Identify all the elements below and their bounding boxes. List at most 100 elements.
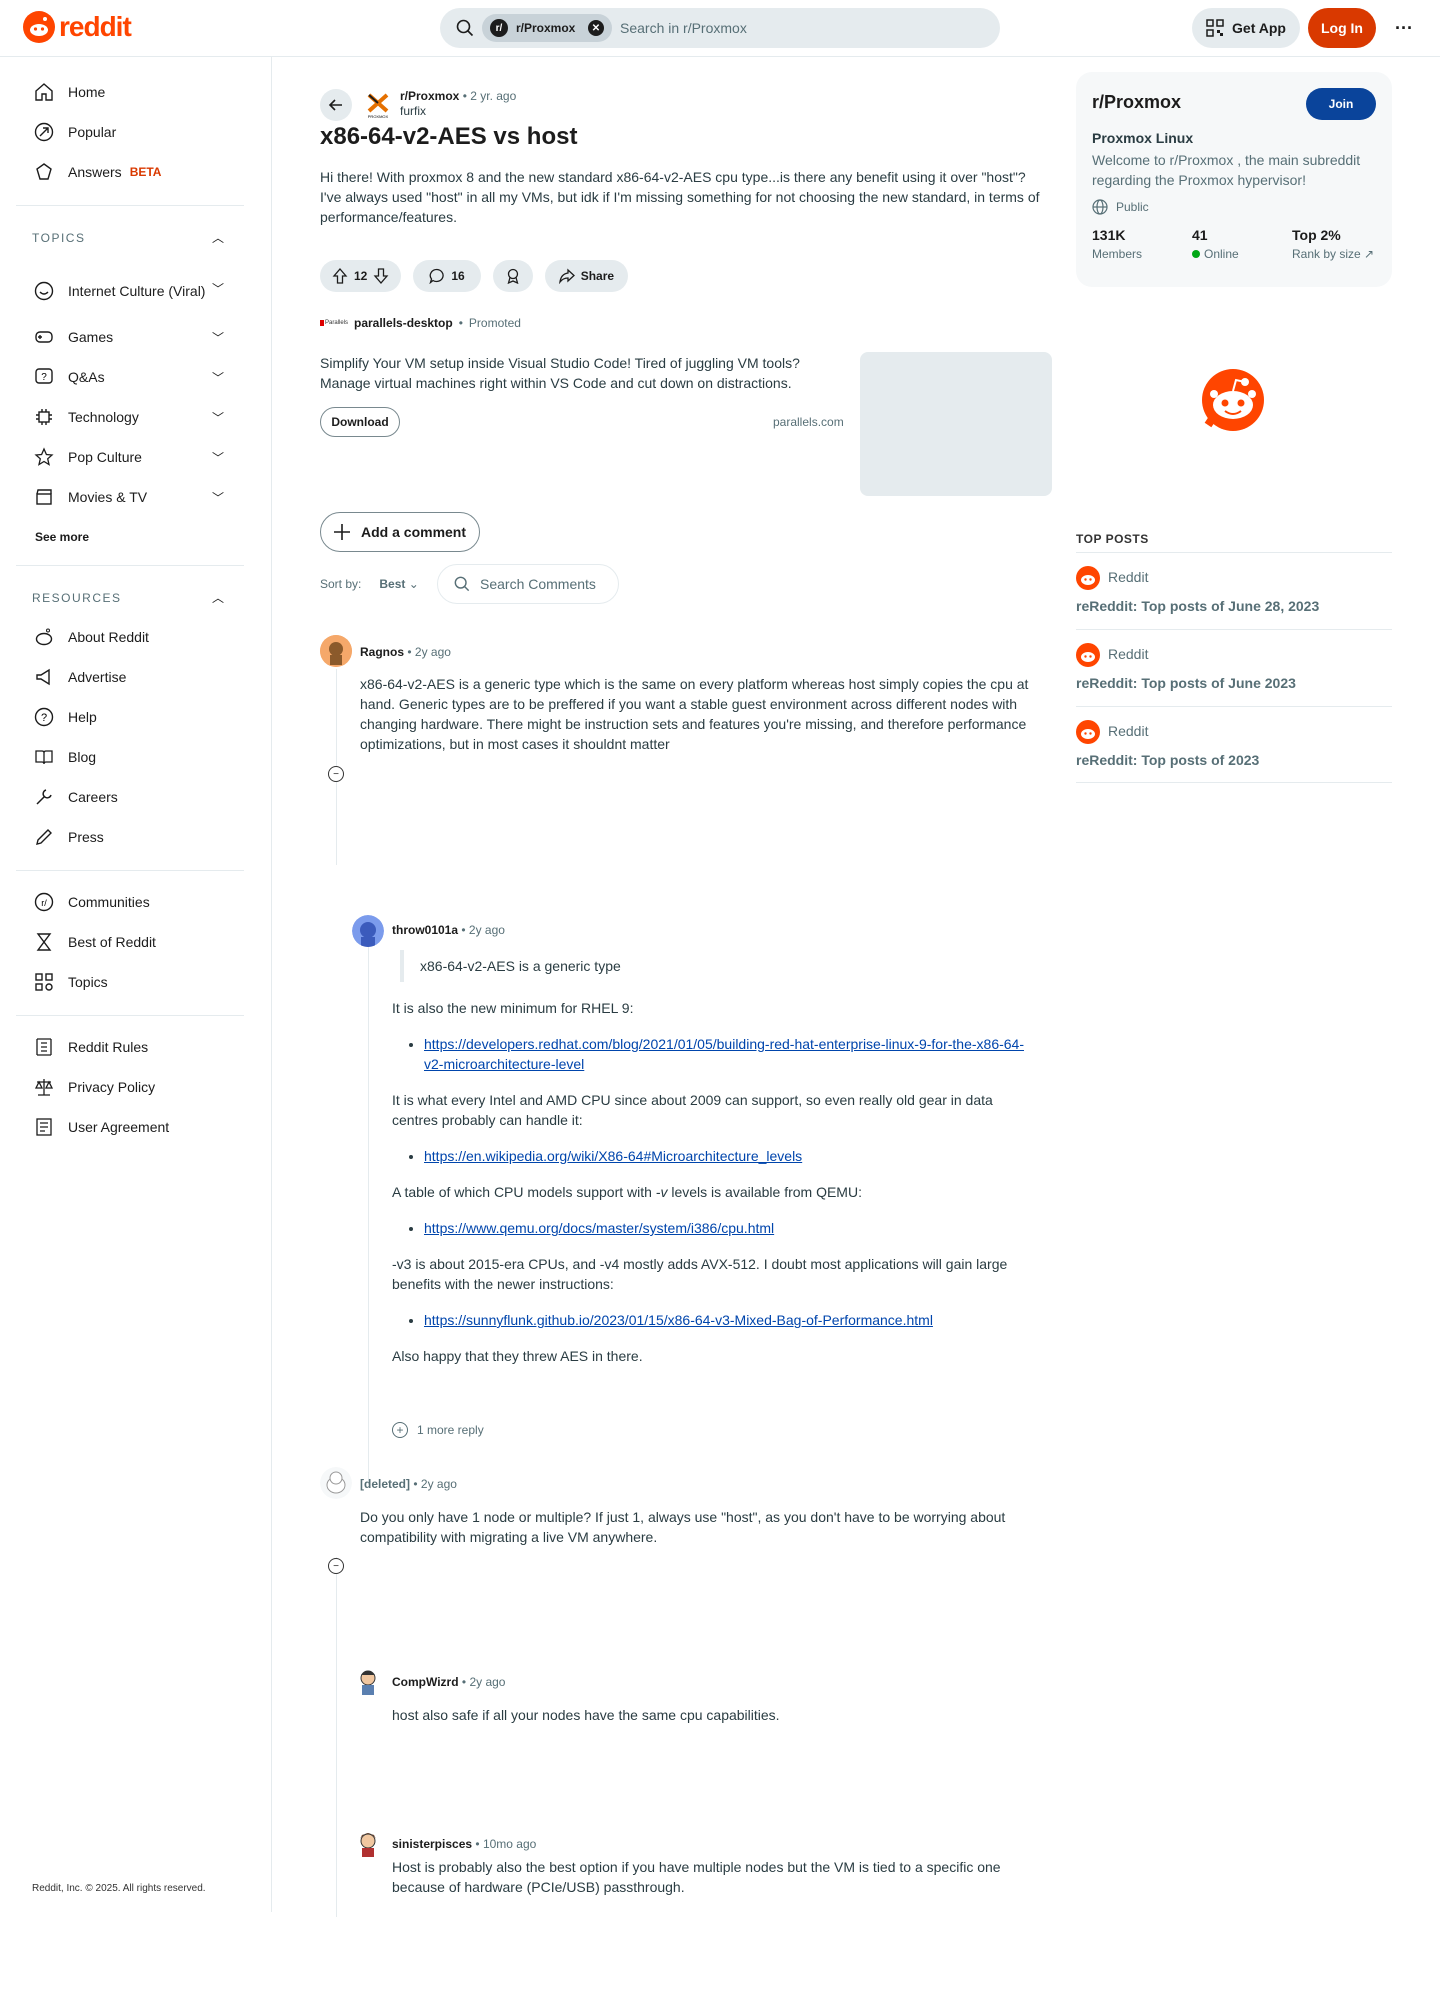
more-replies-link[interactable]: 1 more reply (417, 1423, 484, 1437)
resource-blog[interactable]: Blog (32, 737, 244, 777)
chevron-up-icon[interactable]: ︿ (212, 589, 224, 606)
reddit-logo[interactable]: reddit (23, 11, 132, 43)
top-post-item[interactable]: Reddit reReddit: Top posts of June 2023 (1076, 629, 1392, 706)
advertiser-name[interactable]: parallels-desktop (354, 316, 453, 330)
ad-body[interactable]: Simplify Your VM setup inside Visual Stu… (320, 353, 820, 393)
chevron-down-icon[interactable]: ﹀ (212, 489, 224, 506)
comment-meta: [deleted] • 2y ago (360, 1477, 457, 1491)
get-app-button[interactable]: Get App (1192, 8, 1300, 48)
avatar[interactable] (320, 635, 352, 667)
smile-icon (32, 279, 56, 303)
link-reddit-rules[interactable]: Reddit Rules (32, 1027, 244, 1067)
comment-author: [deleted] (360, 1477, 411, 1491)
add-comment-button[interactable]: Add a comment (320, 512, 480, 552)
see-more-button[interactable]: See more (35, 530, 89, 544)
chevron-up-icon[interactable]: ︿ (212, 229, 224, 246)
community-name[interactable]: r/Proxmox (1092, 92, 1181, 113)
online-stat: 41 Online (1192, 227, 1239, 261)
search-placeholder[interactable]: Search in r/Proxmox (620, 20, 747, 36)
link-privacy-policy[interactable]: Privacy Policy (32, 1067, 244, 1107)
resource-label: Help (68, 709, 97, 725)
link-best-of-reddit[interactable]: Best of Reddit (32, 922, 244, 962)
divider (16, 205, 244, 206)
nav-popular[interactable]: Popular (32, 112, 244, 152)
chevron-down-icon[interactable]: ﹀ (212, 369, 224, 386)
comment-body: x86-64-v2-AES is a generic type which is… (360, 676, 1029, 752)
award-button[interactable] (492, 260, 533, 292)
subreddit-link[interactable]: r/Proxmox (400, 89, 459, 103)
top-post-item[interactable]: Reddit reReddit: Top posts of June 28, 2… (1076, 552, 1392, 629)
comment-paragraph: It is what every Intel and AMD CPU since… (392, 1092, 993, 1128)
upvote-icon[interactable] (332, 268, 348, 284)
resource-help[interactable]: ? Help (32, 697, 244, 737)
resource-advertise[interactable]: Advertise (32, 657, 244, 697)
avatar[interactable] (320, 1467, 352, 1499)
link-communities[interactable]: r/Communities (32, 882, 244, 922)
avatar[interactable] (352, 1827, 384, 1859)
comment-age: 2y ago (420, 1477, 457, 1491)
resource-press[interactable]: Press (32, 817, 244, 857)
chevron-down-icon[interactable]: ﹀ (212, 449, 224, 466)
ad-download-button[interactable]: Download (320, 407, 400, 437)
ad-thumbnail[interactable] (860, 352, 1052, 496)
comment-author[interactable]: sinisterpisces (392, 1837, 472, 1851)
downvote-icon[interactable] (373, 268, 389, 284)
collapse-icon[interactable]: − (328, 1558, 344, 1574)
post-age: 2 yr. ago (470, 89, 517, 103)
collapse-icon[interactable]: − (328, 766, 344, 782)
resources-header[interactable]: RESOURCES (32, 591, 232, 605)
ad-domain[interactable]: parallels.com (773, 415, 844, 429)
top-post-title: reReddit: Top posts of June 28, 2023 (1076, 598, 1320, 614)
wikipedia-link[interactable]: https://en.wikipedia.org/wiki/X86-64#Mic… (424, 1148, 802, 1164)
svg-text:?: ? (41, 372, 47, 383)
resource-careers[interactable]: Careers (32, 777, 244, 817)
parallels-logo[interactable]: Parallels (320, 317, 348, 329)
nav-home[interactable]: Home (32, 72, 244, 112)
avatar[interactable] (352, 1665, 384, 1697)
comment-author[interactable]: throw0101a (392, 923, 458, 937)
qemu-link[interactable]: https://www.qemu.org/docs/master/system/… (424, 1220, 774, 1236)
members-stat: 131K Members (1092, 227, 1142, 261)
chevron-down-icon[interactable]: ﹀ (212, 329, 224, 346)
book-icon (32, 745, 56, 769)
join-button[interactable]: Join (1306, 88, 1376, 120)
clapper-icon (32, 485, 56, 509)
avatar[interactable] (352, 915, 384, 947)
visibility-label: Public (1116, 200, 1149, 214)
share-button[interactable]: Share (544, 260, 629, 292)
post-actions: 12 16 Share (320, 260, 629, 292)
back-button[interactable] (320, 89, 352, 121)
proxmox-logo[interactable]: PROXMOX (362, 89, 394, 121)
promoted-label: Promoted (468, 316, 521, 330)
expand-replies-icon[interactable]: + (392, 1422, 408, 1438)
subreddit-icon: r/ (490, 19, 508, 37)
chevron-down-icon[interactable]: ﹀ (212, 280, 224, 297)
search-bar[interactable]: r/ r/Proxmox ✕ Search in r/Proxmox (440, 8, 1000, 48)
question-icon: ? (32, 365, 56, 389)
close-icon[interactable]: ✕ (588, 20, 604, 36)
comments-button[interactable]: 16 (413, 260, 481, 292)
nav-answers[interactable]: Answers BETA (32, 152, 244, 192)
comment-author[interactable]: CompWizrd (392, 1675, 459, 1689)
post-author[interactable]: furfix (400, 104, 516, 118)
more-options-icon[interactable]: ··· (1386, 8, 1422, 48)
sort-dropdown[interactable]: Best ⌄ (379, 577, 418, 591)
chevron-down-icon[interactable]: ﹀ (212, 409, 224, 426)
rank-stat[interactable]: Top 2% Rank by size ↗ (1292, 227, 1374, 261)
post-body: Hi there! With proxmox 8 and the new sta… (320, 169, 1040, 225)
link-user-agreement[interactable]: User Agreement (32, 1107, 244, 1147)
search-comments-input[interactable]: Search Comments (437, 564, 619, 604)
comment-author[interactable]: Ragnos (360, 645, 404, 659)
subreddit-search-chip[interactable]: r/ r/Proxmox ✕ (482, 14, 612, 42)
sunnyflunk-link[interactable]: https://sunnyflunk.github.io/2023/01/15/… (424, 1312, 933, 1328)
chip-label: r/Proxmox (516, 21, 576, 35)
resource-about[interactable]: About Reddit (32, 617, 244, 657)
top-post-item[interactable]: Reddit reReddit: Top posts of 2023 (1076, 706, 1392, 783)
topics-header[interactable]: TOPICS (32, 231, 232, 245)
redhat-link[interactable]: https://developers.redhat.com/blog/2021/… (424, 1036, 1024, 1072)
link-topics[interactable]: Topics (32, 962, 244, 1002)
login-button[interactable]: Log In (1308, 8, 1376, 48)
reddit-alien-icon (32, 625, 56, 649)
reddit-snoo-icon (1076, 566, 1100, 590)
chip-icon (32, 405, 56, 429)
